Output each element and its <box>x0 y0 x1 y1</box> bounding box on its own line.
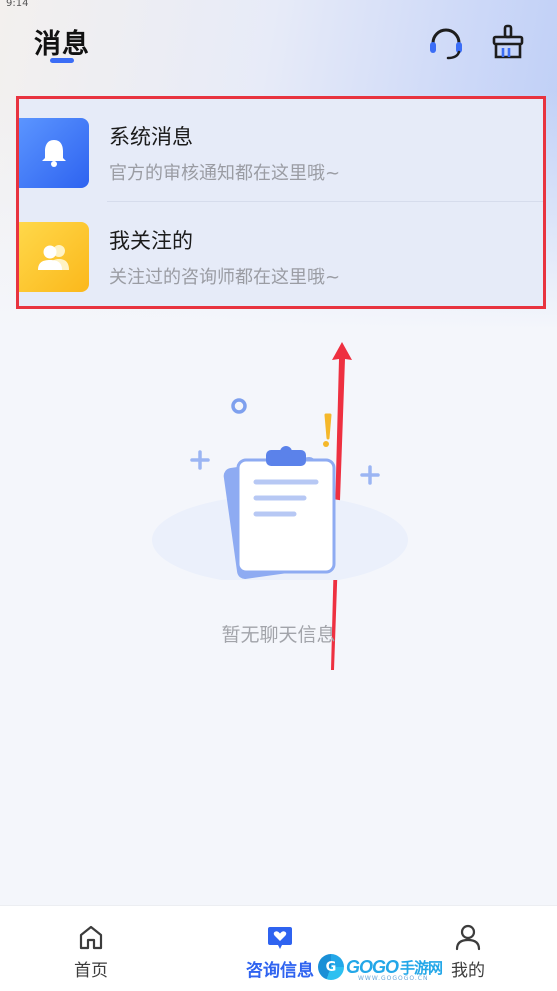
list-item-system-messages[interactable]: 系统消息 官方的审核通知都在这里哦~ <box>19 99 543 203</box>
heart-chat-icon <box>265 922 295 952</box>
bottom-nav: 首页 咨询信息 我的 <box>0 905 557 991</box>
bell-icon <box>19 118 89 188</box>
clipboard-icon <box>152 398 408 585</box>
watermark-brand: GOGO <box>346 956 399 977</box>
gogo-watermark: G GOGO 手游网 WWW.GOGOGO.CN <box>318 952 458 982</box>
gogo-logo-icon: G <box>318 954 344 980</box>
status-time: 9:14 <box>6 0 29 8</box>
page-title: 消息 <box>34 29 90 60</box>
status-bar: 9:14 <box>0 0 557 8</box>
broom-icon[interactable] <box>488 22 528 62</box>
divider <box>107 201 543 202</box>
tab-label: 咨询信息 <box>246 961 314 981</box>
message-category-list: 系统消息 官方的审核通知都在这里哦~ 我关注的 关注过的咨询师都在这里哦~ <box>16 96 546 309</box>
tab-label: 首页 <box>74 961 108 981</box>
item-subtitle: 官方的审核通知都在这里哦~ <box>109 163 341 184</box>
user-icon <box>453 922 483 952</box>
empty-state-illustration <box>150 380 410 585</box>
watermark-cn: 手游网 <box>400 959 443 977</box>
list-item-followed[interactable]: 我关注的 关注过的咨询师都在这里哦~ <box>19 203 543 307</box>
title-underline <box>50 58 74 63</box>
page-header: 消息 <box>0 8 557 88</box>
empty-state-text: 暂无聊天信息 <box>221 624 336 646</box>
users-icon <box>19 222 89 292</box>
home-icon <box>76 922 106 952</box>
item-title: 系统消息 <box>109 125 193 149</box>
headset-icon[interactable] <box>426 22 466 62</box>
item-title: 我关注的 <box>109 229 193 253</box>
tab-home[interactable]: 首页 <box>31 906 151 991</box>
item-subtitle: 关注过的咨询师都在这里哦~ <box>109 267 341 288</box>
watermark-domain: WWW.GOGOGO.CN <box>358 975 429 982</box>
